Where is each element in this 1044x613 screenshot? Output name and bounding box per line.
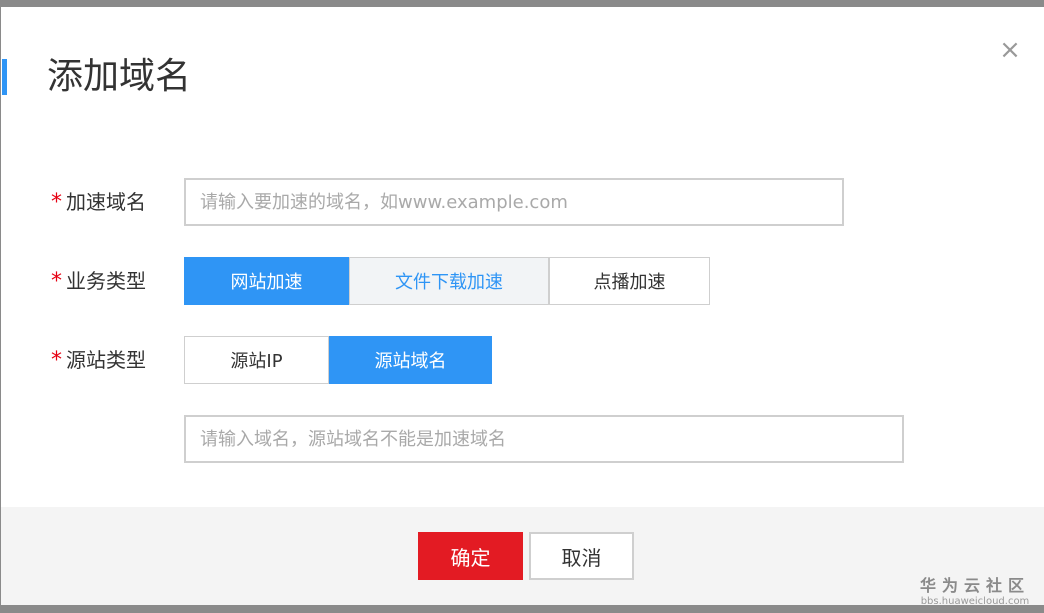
origin-type-option-ip[interactable]: 源站IP: [184, 336, 329, 384]
watermark-sub: bbs.huaweicloud.com: [920, 596, 1030, 607]
origin-domain-input[interactable]: [184, 415, 904, 463]
origin-type-label: * 源站类型: [51, 345, 146, 376]
business-type-selector: 网站加速 文件下载加速 点播加速: [184, 257, 710, 305]
business-type-option-web[interactable]: 网站加速: [184, 257, 349, 305]
accel-domain-label-text: 加速域名: [66, 190, 146, 214]
accel-domain-label: * 加速域名: [51, 187, 146, 218]
origin-type-label-text: 源站类型: [66, 348, 146, 372]
business-type-option-download[interactable]: 文件下载加速: [349, 257, 549, 305]
required-mark: *: [51, 269, 62, 294]
dialog-title: 添加域名: [47, 56, 192, 97]
required-mark: *: [51, 190, 62, 215]
watermark: 华为云社区 bbs.huaweicloud.com: [920, 572, 1030, 607]
origin-type-option-domain[interactable]: 源站域名: [329, 336, 492, 384]
watermark-main: 华为云社区: [920, 576, 1031, 595]
title-accent-bar: [2, 59, 7, 95]
close-icon[interactable]: ×: [997, 37, 1023, 63]
confirm-button[interactable]: 确定: [418, 532, 523, 580]
required-mark: *: [51, 348, 62, 373]
origin-type-selector: 源站IP 源站域名: [184, 336, 492, 384]
cancel-button[interactable]: 取消: [529, 532, 634, 580]
business-type-option-vod[interactable]: 点播加速: [549, 257, 710, 305]
business-type-label-text: 业务类型: [66, 269, 146, 293]
accel-domain-input[interactable]: [184, 178, 844, 226]
business-type-label: * 业务类型: [51, 266, 146, 297]
add-domain-dialog: 添加域名 × *加速域名 *业务类型 网站加速 文件下载加速 点播加速 *源站类…: [1, 7, 1044, 605]
